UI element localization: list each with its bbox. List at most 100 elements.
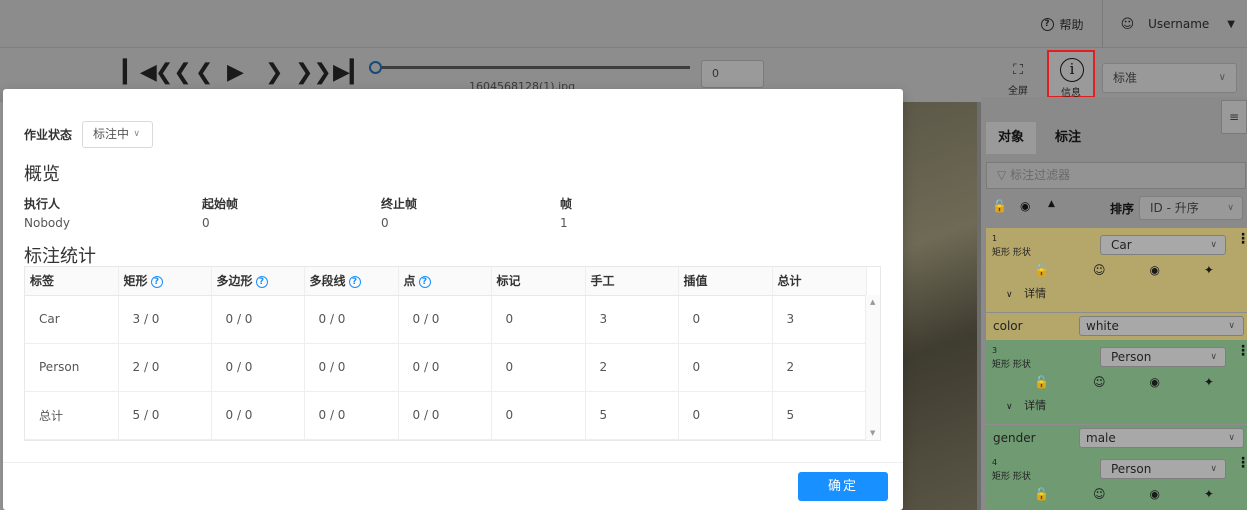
table-cell: 0 / 0 xyxy=(211,343,305,392)
workspace-select[interactable]: 标准 ∨ xyxy=(1102,63,1237,93)
table-cell: 0 / 0 xyxy=(211,391,305,440)
object-label-select[interactable]: Person ∨ xyxy=(1100,459,1226,479)
occluded-icon[interactable]: ☺ xyxy=(1093,263,1106,277)
fullscreen-icon: ⛶ xyxy=(1013,62,1023,78)
object-type: 矩形 形状 xyxy=(992,472,1031,482)
help-label: 帮助 xyxy=(1059,17,1084,32)
chevron-down-icon: ∨ xyxy=(1006,402,1013,412)
more-options-icon[interactable]: ⋮ xyxy=(1236,344,1247,358)
eye-icon[interactable]: ◉ xyxy=(1149,263,1159,277)
lock-icon[interactable]: 🔓 xyxy=(1034,375,1049,389)
attribute-select[interactable]: male ∨ xyxy=(1079,428,1244,448)
pin-icon[interactable]: ✦ xyxy=(1204,487,1214,501)
object-label-value: Car xyxy=(1111,238,1132,252)
overview-value: 0 xyxy=(381,216,389,230)
details-label: 详情 xyxy=(1024,399,1047,412)
overview-stop-frame: 终止帧 0 xyxy=(381,195,417,230)
tab-labels[interactable]: 标注 xyxy=(1043,122,1093,154)
help-button[interactable]: ? 帮助 xyxy=(1040,16,1084,33)
eye-icon[interactable]: ◉ xyxy=(1020,199,1030,213)
overview-value: 1 xyxy=(560,216,568,230)
object-label-value: Person xyxy=(1111,462,1152,476)
object-id: 4 xyxy=(992,458,998,467)
pin-icon[interactable]: ✦ xyxy=(1204,263,1214,277)
attribute-value: male xyxy=(1086,431,1116,445)
table-cell: 0 / 0 xyxy=(211,295,305,344)
fast-backward-icon[interactable]: ❮❮ xyxy=(155,62,192,84)
column-header: 总计 xyxy=(772,267,867,296)
details-toggle[interactable]: ∨ 详情 xyxy=(1006,397,1046,413)
scroll-down-icon[interactable]: ▼ xyxy=(870,429,875,437)
next-frame-icon[interactable]: ❯ xyxy=(265,62,283,84)
tab-objects[interactable]: 对象 xyxy=(986,122,1037,154)
attribute-select[interactable]: white ∨ xyxy=(1079,316,1244,336)
fast-forward-icon[interactable]: ❯❯ xyxy=(295,62,332,84)
object-type: 矩形 形状 xyxy=(992,360,1031,370)
frame-number-input[interactable]: 0 xyxy=(701,60,764,88)
sort-label: 排序 xyxy=(1110,202,1135,216)
lock-all-icon[interactable]: 🔓 xyxy=(992,199,1007,213)
scroll-up-icon[interactable]: ▲ xyxy=(870,298,875,306)
object-item[interactable]: 4 矩形 形状 Person ∨ ⋮ 🔓 ☺ ◉ ✦ xyxy=(983,452,1247,510)
sort-select[interactable]: ID - 升序 ∨ xyxy=(1139,196,1243,220)
more-options-icon[interactable]: ⋮ xyxy=(1236,456,1247,470)
help-icon[interactable]: ? xyxy=(150,275,163,288)
eye-icon[interactable]: ◉ xyxy=(1149,487,1159,501)
object-label-select[interactable]: Car ∨ xyxy=(1100,235,1226,255)
question-icon: ? xyxy=(1040,17,1054,31)
play-icon[interactable]: ▶ xyxy=(227,62,244,84)
caret-down-icon: ▼ xyxy=(1227,18,1235,30)
overview-frames: 帧 1 xyxy=(560,195,572,230)
lock-icon[interactable]: 🔓 xyxy=(1034,263,1049,277)
object-id: 3 xyxy=(992,346,998,355)
collapse-all-icon[interactable]: ▲ xyxy=(1048,199,1055,209)
eye-icon[interactable]: ◉ xyxy=(1149,375,1159,389)
table-scrollbar[interactable]: ▲ ▼ xyxy=(865,295,880,440)
job-status-label: 作业状态 xyxy=(24,128,73,142)
details-label: 详情 xyxy=(1024,287,1047,300)
occluded-icon[interactable]: ☺ xyxy=(1093,487,1106,501)
filter-icon: ▽ xyxy=(997,168,1007,182)
attribute-row: gender male ∨ xyxy=(986,424,1247,452)
column-header: 插值 xyxy=(678,267,773,296)
job-status-select[interactable]: 标注中 ∨ xyxy=(82,121,154,148)
chevron-down-icon: ∨ xyxy=(1218,72,1226,83)
details-toggle[interactable]: ∨ 详情 xyxy=(1006,285,1046,301)
user-icon: ☺ xyxy=(1120,16,1135,32)
table-cell: 0 / 0 xyxy=(304,343,399,392)
occluded-icon[interactable]: ☺ xyxy=(1093,375,1106,389)
previous-frame-icon[interactable]: ❮ xyxy=(195,62,213,84)
table-cell: 2 / 0 xyxy=(118,343,212,392)
sidebar-collapse-icon[interactable]: ≡ xyxy=(1221,100,1247,134)
help-icon[interactable]: ? xyxy=(348,275,361,288)
frame-slider-handle[interactable] xyxy=(369,61,382,74)
overview-value: 0 xyxy=(202,216,210,230)
overview-title: 概览 xyxy=(24,164,60,185)
first-frame-icon[interactable]: ▎◀ xyxy=(123,62,157,84)
lock-icon[interactable]: 🔓 xyxy=(1034,487,1049,501)
more-options-icon[interactable]: ⋮ xyxy=(1236,232,1247,246)
user-menu[interactable]: ☺ Username ▼ xyxy=(1121,17,1235,32)
object-item[interactable]: 3 矩形 形状 Person ∨ ⋮ 🔓 ☺ ◉ ✦ ∨ 详情 gender m… xyxy=(983,340,1247,452)
help-icon[interactable]: ? xyxy=(255,275,268,288)
overview-key: 帧 xyxy=(560,197,573,211)
fullscreen-button[interactable]: ⛶ 全屏 xyxy=(1008,62,1028,97)
object-item[interactable]: 1 矩形 形状 Car ∨ ⋮ 🔓 ☺ ◉ ✦ ∨ 详情 color white… xyxy=(983,228,1247,340)
job-info-modal: 作业状态 标注中 ∨ 概览 执行人 Nobody 起始帧 0 终止帧 0 帧 1… xyxy=(3,89,903,510)
table-cell: 0 xyxy=(678,343,773,392)
object-label-select[interactable]: Person ∨ xyxy=(1100,347,1226,367)
info-button[interactable]: i 信息 xyxy=(1047,50,1095,99)
frame-slider[interactable] xyxy=(375,66,690,69)
overview-assignee: 执行人 Nobody xyxy=(24,195,70,230)
ok-button[interactable]: 确定 xyxy=(798,472,888,501)
last-frame-icon[interactable]: ▶▎ xyxy=(333,62,367,84)
pin-icon[interactable]: ✦ xyxy=(1204,375,1214,389)
chevron-down-icon: ∨ xyxy=(1227,203,1234,213)
label-filter-input[interactable]: ▽ 标注过滤器 xyxy=(986,162,1246,189)
table-cell: Car xyxy=(25,295,119,344)
table-cell: 0 / 0 xyxy=(398,343,492,392)
overview-value: Nobody xyxy=(24,216,70,230)
chevron-down-icon: ∨ xyxy=(1210,464,1217,474)
help-icon[interactable]: ? xyxy=(418,275,431,288)
chevron-down-icon: ∨ xyxy=(1228,433,1235,443)
